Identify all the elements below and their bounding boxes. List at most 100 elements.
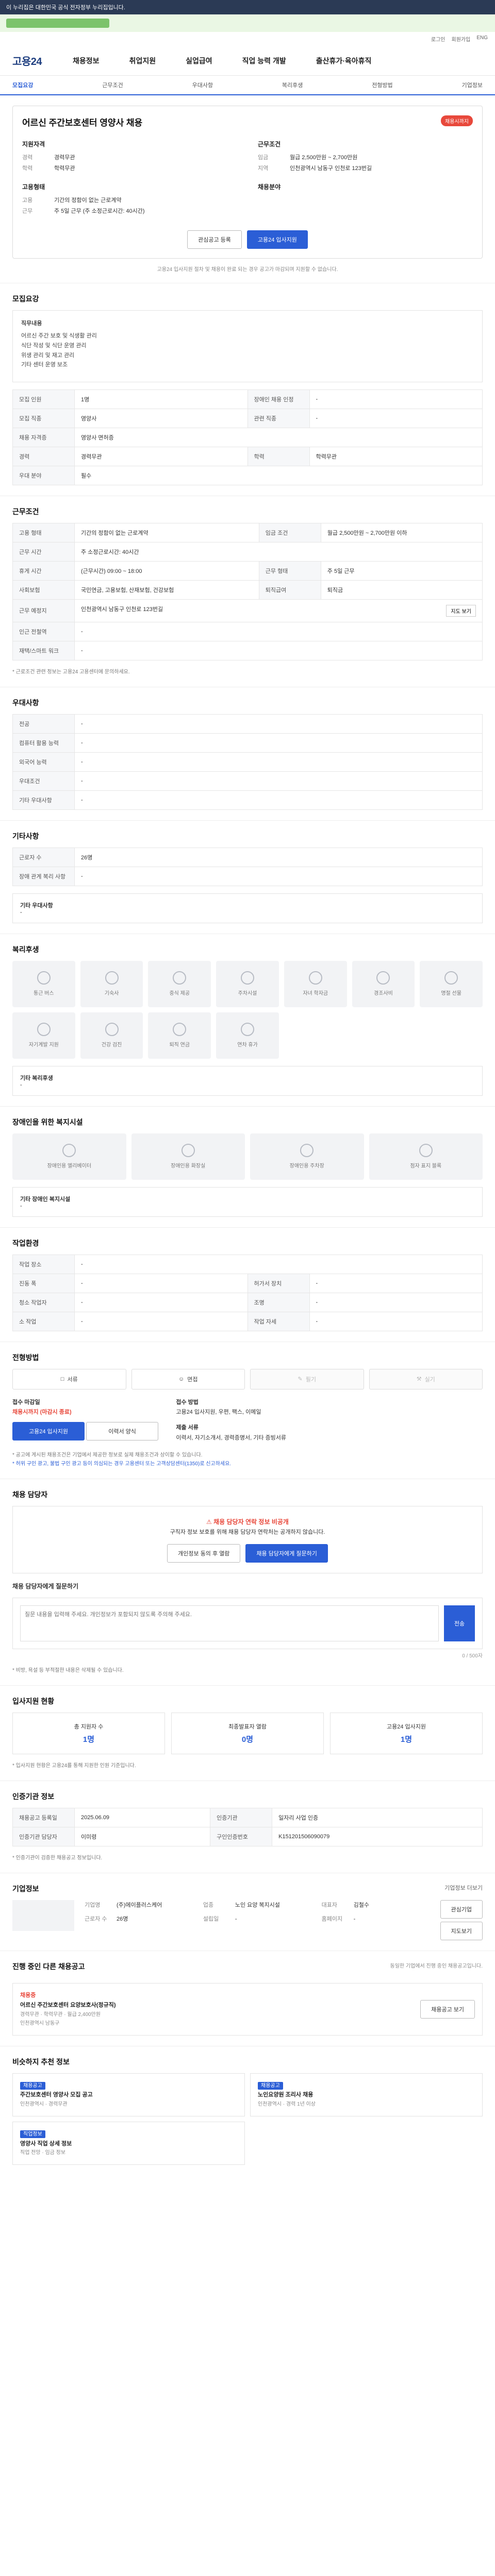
- tab-company[interactable]: 기업정보: [461, 81, 482, 89]
- signup-link[interactable]: 회원가입: [452, 35, 471, 43]
- facility-label: 장애인용 엘리베이터: [47, 1163, 92, 1170]
- table-value: -: [74, 621, 483, 641]
- table-value: -: [74, 1292, 248, 1312]
- kv-key: 고용: [22, 197, 33, 204]
- gnb-benefit[interactable]: 실업급여: [186, 56, 212, 66]
- table-value: -: [74, 752, 483, 772]
- environment-title: 작업환경: [12, 1239, 39, 1247]
- memo-value: -: [20, 909, 22, 916]
- tool-icon: ⚒: [416, 1376, 422, 1383]
- benefit-label: 연차 휴가: [237, 1042, 258, 1048]
- method-label: 면접: [187, 1376, 198, 1383]
- tab-pref[interactable]: 우대사항: [192, 81, 213, 89]
- parking-icon: [240, 971, 254, 985]
- stat-label: 고용24 입사지원: [386, 1724, 426, 1731]
- facility-item: 장애인용 화장실: [131, 1133, 245, 1180]
- map-button[interactable]: 지도 보기: [446, 604, 476, 617]
- benefit-title: 복리후생: [12, 945, 39, 954]
- benefit-label: 기숙사: [104, 991, 119, 997]
- scrap-button[interactable]: 관심공고 등록: [187, 230, 242, 249]
- company-scrap-button[interactable]: 관심기업: [440, 1900, 483, 1919]
- table-row: 재택/스마트 워크 -: [12, 640, 483, 660]
- meal-icon: [173, 971, 187, 985]
- benefit-label: 퇴직 연금: [169, 1042, 190, 1048]
- kv-value: (주)에이플러스케어: [117, 1902, 162, 1909]
- apply-button[interactable]: 고용24 입사지원: [246, 230, 308, 249]
- tab-benefit[interactable]: 복리후생: [282, 81, 303, 89]
- ask-button[interactable]: 채용 담당자에게 질문하기: [245, 1544, 328, 1563]
- related-card-title: 주간보호센터 영양사 모집 공고: [20, 2092, 93, 2098]
- utility-nav: 로그인 회원가입 ENG: [0, 32, 495, 46]
- table-value: 2025.06.09: [74, 1808, 211, 1828]
- kv-value: 학력무관: [54, 165, 75, 172]
- deadline-badge: 채용시까지: [441, 115, 473, 126]
- related-card[interactable]: 채용공고 주간보호센터 영양사 모집 공고 인천광역시 · 경력무관: [12, 2073, 245, 2116]
- facility-label: 점자 표지 블록: [410, 1163, 442, 1170]
- recruit-table: 모집 인원 1명 장애인 채용 인정 - 모집 직종 영양사 관련 직종 - 채용 자격증 영…: [12, 389, 483, 485]
- table-key: 근무 시간: [12, 541, 75, 562]
- company-more-link[interactable]: 기업정보 더보기: [444, 1884, 483, 1900]
- apply-method-grid: □ 서류 ☺ 면접 ✎ 필기 ⚒ 실기: [12, 1368, 483, 1389]
- gnb-jobs[interactable]: 채용정보: [73, 56, 100, 66]
- kv-key: 업종: [203, 1902, 214, 1909]
- environment-table: 작업 장소 - 진동 폭 - 허가서 장치 - 청소 작업자 - 조명 - 소 작업 - 작업 자…: [12, 1254, 483, 1331]
- benefit-item: 건강 검진: [80, 1012, 143, 1059]
- table-row: 근로자 수 26명: [12, 847, 483, 867]
- stat-card: 총 지원자 수 1명: [12, 1713, 165, 1755]
- desc-line: 어르신 주간 보호 및 식생활 관리: [21, 333, 97, 340]
- tab-recruit[interactable]: 모집요강: [12, 81, 33, 89]
- table-key: 구인인증번호: [210, 1827, 273, 1847]
- kv-key: 기업명: [85, 1902, 101, 1909]
- qa-box: 전송: [12, 1598, 483, 1650]
- facility-item: 점자 표지 블록: [369, 1133, 483, 1180]
- qual-heading: 지원자격: [22, 141, 45, 148]
- register-section: 인증기관 정보 채용공고 등록일 2025.06.09 인증기관 일자리 사업 인증 …: [0, 1781, 495, 1874]
- register-title: 인증기관 정보: [12, 1792, 55, 1801]
- related-card[interactable]: 직업정보 영양사 직업 상세 정보 직업 전망 · 임금 정보: [12, 2121, 245, 2165]
- facility-label: 장애인용 화장실: [171, 1163, 206, 1170]
- register-table: 채용공고 등록일 2025.06.09 인증기관 일자리 사업 인증 인증기관 담당자…: [12, 1808, 483, 1847]
- resume-form-button[interactable]: 이력서 양식: [86, 1422, 159, 1441]
- question-submit-button[interactable]: 전송: [444, 1605, 475, 1642]
- kv-value: 김철수: [353, 1902, 370, 1909]
- site-logo[interactable]: 고용24: [12, 53, 42, 68]
- table-key: 근로자 수: [12, 847, 75, 867]
- table-row: 소 작업 - 작업 자세 -: [12, 1311, 483, 1331]
- tab-apply[interactable]: 전형방법: [372, 81, 392, 89]
- tab-condition[interactable]: 근무조건: [102, 81, 123, 89]
- recommend-card[interactable]: 채용중 어르신 주간보호센터 요양보호사(정규직) 경력무관 · 학력무관 · …: [12, 1983, 483, 2036]
- table-row: 인근 전철역 -: [12, 621, 483, 641]
- book-icon: [37, 1023, 51, 1037]
- gnb-support[interactable]: 취업지원: [129, 56, 156, 66]
- etc-memo: 기타 우대사항 -: [12, 893, 483, 923]
- promo-bar: [0, 14, 495, 32]
- table-value: -: [309, 408, 483, 428]
- job-summary-card: 어르신 주간보호센터 영양사 채용 채용시까지 지원자격 경력 경력무관 학력 학력…: [12, 106, 483, 259]
- consent-button[interactable]: 개인정보 동의 후 열람: [167, 1544, 241, 1563]
- facility-label: 장애인용 주차장: [289, 1163, 324, 1170]
- login-link[interactable]: 로그인: [431, 35, 446, 43]
- parking-icon: [300, 1144, 314, 1158]
- gnb-leave[interactable]: 출산휴가·육아휴직: [316, 56, 372, 66]
- benefit-label: 자녀 학자금: [303, 991, 328, 997]
- pencil-icon: ✎: [298, 1376, 303, 1383]
- memo-label: 기타 복리후생: [20, 1075, 53, 1081]
- table-key: 사회보험: [12, 580, 75, 600]
- recommend-section: 진행 중인 다른 채용공고 동일한 기업에서 진행 중인 채용공고입니다. 채용…: [0, 1951, 495, 2046]
- company-card: 기업명 (주)에이플러스케어 업종 노인 요양 복지시설 대표자 김철수 근로자 수 2…: [12, 1900, 483, 1941]
- apply-button-2[interactable]: 고용24 입사지원: [12, 1422, 85, 1441]
- rec-view-button[interactable]: 채용공고 보기: [420, 1999, 475, 2019]
- table-value: 주 소정근로시간: 40시간: [74, 541, 483, 562]
- lang-link[interactable]: ENG: [476, 35, 488, 43]
- related-card[interactable]: 채용공고 노인요양원 조리사 채용 인천광역시 · 경력 1년 이상: [250, 2073, 483, 2116]
- company-map-button[interactable]: 지도보기: [440, 1922, 483, 1941]
- related-tag: 채용공고: [258, 2081, 283, 2090]
- method-document: □ 서류: [12, 1368, 126, 1389]
- promo-pill[interactable]: [6, 19, 109, 28]
- table-value: K151201506090079: [272, 1827, 483, 1847]
- table-row: 외국어 능력 -: [12, 752, 483, 772]
- memo-label: 기타 우대사항: [20, 902, 53, 909]
- disability-section: 장애인을 위한 복지시설 장애인용 엘리베이터 장애인용 화장실 장애인용 주차…: [0, 1107, 495, 1228]
- question-input[interactable]: [20, 1605, 439, 1642]
- gnb-training[interactable]: 직업 능력 개발: [242, 56, 286, 66]
